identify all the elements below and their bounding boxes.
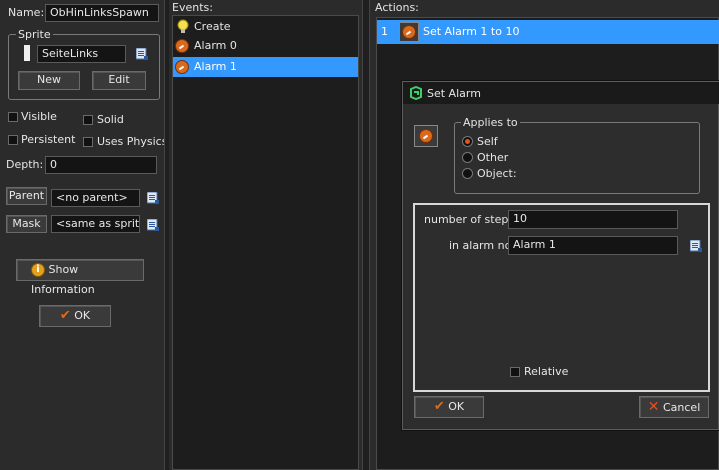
alarm-no-label: in alarm no:	[449, 239, 516, 252]
alarm-menu-icon[interactable]	[690, 240, 702, 252]
radio-object[interactable]	[462, 168, 473, 179]
persistent-checkbox[interactable]	[8, 135, 18, 145]
alarm-clock-icon	[419, 129, 433, 143]
name-input[interactable]: ObHinLinksSpawn	[45, 4, 159, 22]
radio-other[interactable]	[462, 152, 473, 163]
visible-label: Visible	[21, 110, 57, 123]
sprite-edit-button[interactable]: Edit	[92, 71, 146, 90]
action-index: 1	[381, 25, 388, 38]
relative-label: Relative	[524, 365, 569, 378]
alarm-clock-icon	[175, 39, 189, 53]
events-list[interactable]	[172, 15, 359, 470]
event-label: Alarm 1	[194, 60, 237, 73]
object-ok-button[interactable]: ✔ OK	[39, 305, 111, 327]
dialog-ok-button[interactable]: ✔ OK	[414, 396, 484, 418]
steps-label: number of steps:	[424, 213, 518, 226]
dialog-cancel-label: Cancel	[662, 401, 701, 414]
mask-input[interactable]: <same as sprite>	[51, 215, 140, 233]
events-header: Events:	[172, 1, 213, 14]
event-label: Alarm 0	[194, 39, 237, 52]
gamemaker-logo-icon	[410, 86, 422, 100]
object-ok-label: OK	[74, 309, 91, 322]
alarm-clock-icon	[175, 60, 189, 74]
sprite-group-label: Sprite	[16, 28, 53, 41]
alarm-clock-icon	[402, 25, 416, 39]
solid-label: Solid	[97, 113, 124, 126]
solid-checkbox[interactable]	[83, 115, 93, 125]
steps-input[interactable]: 10	[508, 210, 678, 229]
relative-checkbox[interactable]	[510, 367, 520, 377]
checkmark-icon: ✔	[433, 399, 445, 414]
splitter-left[interactable]	[164, 0, 169, 470]
mask-button[interactable]: Mask	[6, 215, 47, 233]
info-icon: i	[31, 263, 45, 277]
radio-object-label: Object:	[477, 167, 517, 180]
parent-menu-icon[interactable]	[147, 192, 159, 204]
depth-input[interactable]: 0	[45, 156, 157, 174]
dialog-title-bar[interactable]: Set Alarm	[403, 82, 719, 104]
event-item-create[interactable]: Create	[174, 18, 357, 36]
splitter-right[interactable]	[362, 0, 370, 470]
event-label: Create	[194, 20, 231, 33]
sprite-new-button[interactable]: New	[18, 71, 80, 90]
show-information-button[interactable]: i Show Information	[16, 259, 144, 296]
dialog-cancel-button[interactable]: ✕ Cancel	[639, 396, 709, 418]
radio-self[interactable]	[462, 136, 473, 147]
checkmark-icon: ✔	[59, 308, 71, 323]
persistent-label: Persistent	[21, 133, 76, 146]
arguments-box	[413, 203, 710, 392]
action-item[interactable]: 1 Set Alarm 1 to 10	[377, 20, 719, 44]
uses-physics-label: Uses Physics	[97, 135, 168, 148]
alarm-no-input[interactable]: Alarm 1	[508, 236, 678, 255]
dialog-ok-label: OK	[448, 400, 465, 413]
event-item-alarm-0[interactable]: Alarm 0	[174, 37, 357, 55]
dialog-title: Set Alarm	[427, 87, 481, 100]
parent-button[interactable]: Parent	[6, 187, 47, 205]
name-label: Name:	[8, 6, 45, 19]
radio-self-label: Self	[477, 135, 498, 148]
depth-label: Depth:	[6, 158, 44, 171]
applies-to-label: Applies to	[461, 116, 520, 129]
sprite-group	[8, 34, 160, 100]
sprite-input[interactable]: SeiteLinks	[37, 45, 126, 63]
visible-checkbox[interactable]	[8, 112, 18, 122]
uses-physics-checkbox[interactable]	[83, 137, 93, 147]
lightbulb-icon	[177, 19, 189, 33]
event-item-alarm-1[interactable]: Alarm 1	[173, 57, 358, 77]
actions-header: Actions:	[375, 1, 419, 14]
close-icon: ✕	[647, 399, 660, 415]
radio-other-label: Other	[477, 151, 509, 164]
list-menu-icon[interactable]	[136, 48, 148, 60]
sprite-preview	[24, 45, 30, 61]
mask-menu-icon[interactable]	[147, 219, 159, 231]
action-label: Set Alarm 1 to 10	[423, 25, 520, 38]
parent-input[interactable]: <no parent>	[51, 189, 140, 207]
